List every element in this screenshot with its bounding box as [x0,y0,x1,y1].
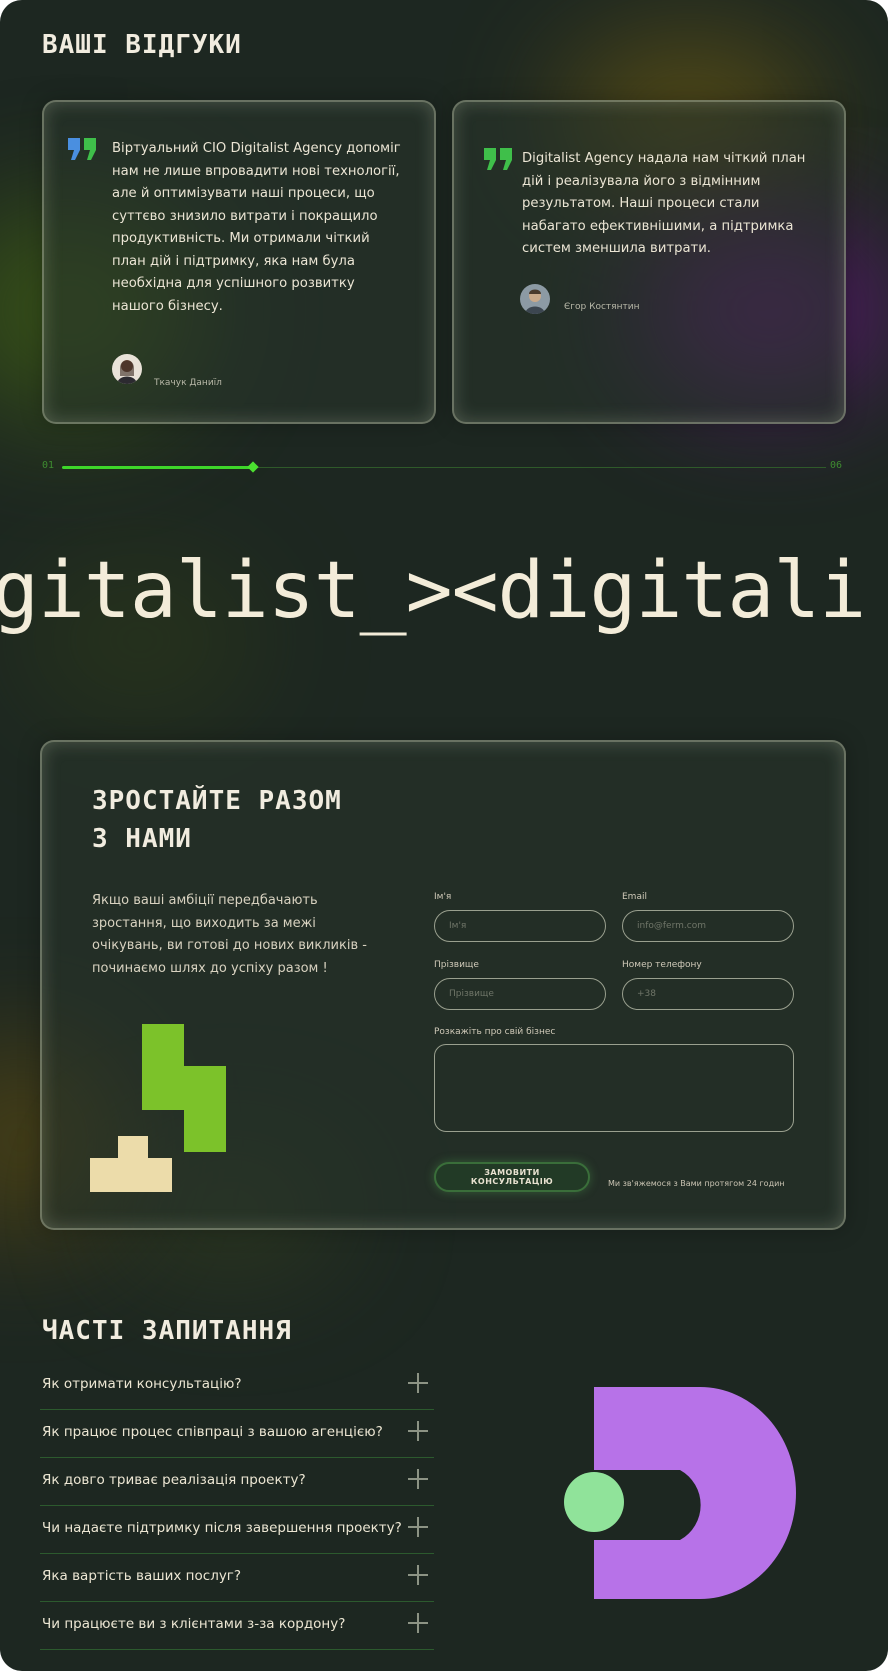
phone-input[interactable] [622,978,794,1010]
order-consultation-button[interactable]: ЗАМОВИТИ КОНСУЛЬТАЦІЮ [434,1162,590,1192]
faq-question: Яка вартість ваших послуг? [42,1568,242,1584]
faq-question: Як отримати консультацію? [42,1376,242,1392]
tetris-blocks-illustration [90,1024,226,1192]
contact-card: ЗРОСТАЙТЕ РАЗОМ З НАМИ Якщо ваші амбіції… [40,740,846,1230]
reviews-title: ВАШІ ВІДГУКИ [42,30,242,60]
review-text: Віртуальний CIO Digitalist Agency допомі… [112,141,401,314]
faq-question: Чи працюєте ви з клієнтами з-за кордону? [42,1616,346,1632]
name-label: Ім'я [434,892,452,902]
slider-handle[interactable] [247,461,259,473]
review-text: Digitalist Agency надала нам чіткий план… [522,151,806,256]
email-input[interactable] [622,910,794,942]
avatar [112,354,142,384]
contact-title: ЗРОСТАЙТЕ РАЗОМ З НАМИ [92,782,342,858]
name-input[interactable] [434,910,606,942]
faq-item[interactable]: Яка вартість ваших послуг? [40,1554,434,1602]
brand-marquee: gitalist_><digitali [0,546,866,636]
plus-icon[interactable] [408,1421,428,1441]
faq-item[interactable]: Як працює процес співпраці з вашою агенц… [40,1410,434,1458]
faq-question: Чи надаєте підтримку після завершення пр… [42,1520,402,1536]
contact-title-line: ЗРОСТАЙТЕ РАЗОМ [92,786,342,816]
business-label: Розкажіть про свій бізнес [434,1027,556,1037]
response-time-note: Ми зв'яжемося з Вами протягом 24 годин [608,1179,785,1188]
review-author: Ткачук Даниїл [154,378,222,388]
slider-start-number: 01 [42,460,55,471]
quote-icon [484,148,512,170]
surname-input[interactable] [434,978,606,1010]
plus-icon[interactable] [408,1517,428,1537]
contact-title-line: З НАМИ [92,824,192,854]
faq-question: Як працює процес співпраці з вашою агенц… [42,1424,383,1440]
avatar [520,284,550,314]
phone-label: Номер телефону [622,960,702,970]
review-card: Віртуальний CIO Digitalist Agency допомі… [42,100,436,424]
slider-progress [62,466,253,469]
faq-item[interactable]: Як довго триває реалізація проекту? [40,1458,434,1506]
review-card: Digitalist Agency надала нам чіткий план… [452,100,846,424]
email-label: Email [622,892,647,902]
faq-item[interactable]: Чи працюєте ви з клієнтами з-за кордону? [40,1602,434,1650]
plus-icon[interactable] [408,1469,428,1489]
review-author: Єгор Костянтин [564,302,640,312]
surname-label: Прізвище [434,960,479,970]
faq-item[interactable]: Як отримати консультацію? [40,1362,434,1410]
faq-item[interactable]: Чи надаєте підтримку після завершення пр… [40,1506,434,1554]
page: ВАШІ ВІДГУКИ Віртуальний CIO Digitalist … [0,0,888,1671]
faq-title: ЧАСТІ ЗАПИТАННЯ [42,1316,292,1346]
plus-icon[interactable] [408,1565,428,1585]
plus-icon[interactable] [408,1613,428,1633]
contact-description: Якщо ваші амбіції передбачають зростання… [92,893,367,976]
faq-question: Як довго триває реалізація проекту? [42,1472,306,1488]
slider-end-number: 06 [830,460,843,471]
quote-icon [68,138,96,160]
plus-icon[interactable] [408,1373,428,1393]
business-textarea[interactable] [434,1044,794,1132]
d-shape-illustration [564,1387,796,1599]
